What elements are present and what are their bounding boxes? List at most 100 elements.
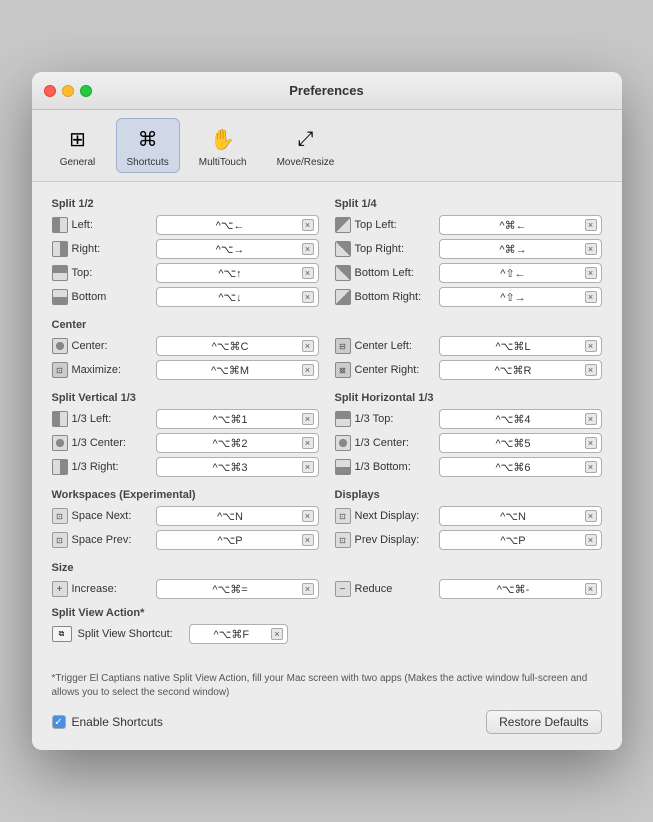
bottomleft-shortcut: ^⇧← — [444, 267, 583, 280]
nextdisplay-row: ⊡ Next Display: ^⌥N × — [335, 506, 602, 526]
maximize-field[interactable]: ^⌥⌘M × — [156, 360, 319, 380]
increase-clear[interactable]: × — [302, 583, 314, 595]
splitv-2-row: 1/3 Center: ^⌥⌘2 × — [52, 433, 319, 453]
centerleft-label: Center Left: — [355, 340, 435, 352]
preferences-window: Preferences ⊞ General ⌘ Shortcuts ✋ Mult… — [32, 72, 622, 750]
center-icon — [52, 338, 68, 354]
spacenext-field[interactable]: ^⌥N × — [156, 506, 319, 526]
bottomright-field[interactable]: ^⇧→ × — [439, 287, 602, 307]
topright-clear[interactable]: × — [585, 243, 597, 255]
nextdisplay-clear[interactable]: × — [585, 510, 597, 522]
center-field[interactable]: ^⌥⌘C × — [156, 336, 319, 356]
centerleft-field[interactable]: ^⌥⌘L × — [439, 336, 602, 356]
close-button[interactable] — [44, 85, 56, 97]
left-icon — [52, 217, 68, 233]
splith1-label: 1/3 Top: — [355, 413, 435, 425]
center-header: Center — [52, 319, 319, 331]
splitv3-clear[interactable]: × — [302, 461, 314, 473]
left-clear[interactable]: × — [302, 219, 314, 231]
spacenext-clear[interactable]: × — [302, 510, 314, 522]
topright-field[interactable]: ^⌘→ × — [439, 239, 602, 259]
splith2-field[interactable]: ^⌥⌘5 × — [439, 433, 602, 453]
centerright-field[interactable]: ^⌥⌘R × — [439, 360, 602, 380]
splith3-clear[interactable]: × — [585, 461, 597, 473]
reduce-shortcut: ^⌥⌘- — [444, 583, 583, 596]
bottomright-clear[interactable]: × — [585, 291, 597, 303]
maximize-label: Maximize: — [72, 364, 152, 376]
enable-shortcuts-checkbox[interactable]: ✓ — [52, 715, 66, 729]
spaceprev-label: Space Prev: — [72, 534, 152, 546]
toolbar-moveresize[interactable]: ⤢ Move/Resize — [266, 118, 346, 173]
top-icon — [52, 265, 68, 281]
toolbar-multitouch[interactable]: ✋ MultiTouch — [188, 118, 258, 173]
bottom-field[interactable]: ^⌥↓ × — [156, 287, 319, 307]
splitv1-icon — [52, 411, 68, 427]
center-left-col: Center Center: ^⌥⌘C × ⊡ Maximize: ^⌥⌘M × — [52, 319, 319, 384]
enable-shortcuts-row[interactable]: ✓ Enable Shortcuts — [52, 715, 163, 729]
splitview-clear[interactable]: × — [271, 628, 283, 640]
maximize-clear[interactable]: × — [302, 364, 314, 376]
topleft-shortcut: ^⌘← — [444, 219, 583, 232]
splith2-clear[interactable]: × — [585, 437, 597, 449]
splitview-field[interactable]: ^⌥⌘F × — [189, 624, 289, 644]
spaceprev-field[interactable]: ^⌥P × — [156, 530, 319, 550]
size-increase-row: + Increase: ^⌥⌘= × — [52, 579, 319, 599]
split14-bottomleft-row: Bottom Left: ^⇧← × — [335, 263, 602, 283]
splitview-label: Split View Shortcut: — [78, 628, 183, 640]
splitv3-field[interactable]: ^⌥⌘3 × — [156, 457, 319, 477]
center-label: Center: — [72, 340, 152, 352]
spacenext-icon: ⊡ — [52, 508, 68, 524]
topleft-icon — [335, 217, 351, 233]
right-shortcut: ^⌥→ — [161, 243, 300, 256]
prevdisplay-row: ⊡ Prev Display: ^⌥P × — [335, 530, 602, 550]
right-field[interactable]: ^⌥→ × — [156, 239, 319, 259]
toolbar-shortcuts[interactable]: ⌘ Shortcuts — [116, 118, 180, 173]
topleft-clear[interactable]: × — [585, 219, 597, 231]
titlebar: Preferences — [32, 72, 622, 110]
splith1-field[interactable]: ^⌥⌘4 × — [439, 409, 602, 429]
splitv-col: Split Vertical 1/3 1/3 Left: ^⌥⌘1 × 1/3 … — [52, 392, 319, 481]
splitv1-clear[interactable]: × — [302, 413, 314, 425]
spaceprev-shortcut: ^⌥P — [161, 534, 300, 547]
centerleft-clear[interactable]: × — [585, 340, 597, 352]
maximize-button[interactable] — [80, 85, 92, 97]
top-clear[interactable]: × — [302, 267, 314, 279]
topright-icon — [335, 241, 351, 257]
splitv2-field[interactable]: ^⌥⌘2 × — [156, 433, 319, 453]
toolbar-general[interactable]: ⊞ General — [48, 118, 108, 173]
splitv1-field[interactable]: ^⌥⌘1 × — [156, 409, 319, 429]
splith1-clear[interactable]: × — [585, 413, 597, 425]
splitv-header: Split Vertical 1/3 — [52, 392, 319, 404]
topleft-field[interactable]: ^⌘← × — [439, 215, 602, 235]
prevdisplay-field[interactable]: ^⌥P × — [439, 530, 602, 550]
increase-field[interactable]: ^⌥⌘= × — [156, 579, 319, 599]
increase-icon: + — [52, 581, 68, 597]
space-prev-row: ⊡ Space Prev: ^⌥P × — [52, 530, 319, 550]
splith3-shortcut: ^⌥⌘6 — [444, 461, 583, 474]
splith2-label: 1/3 Center: — [355, 437, 435, 449]
topright-shortcut: ^⌘→ — [444, 243, 583, 256]
displays-header: Displays — [335, 489, 602, 501]
bottom-clear[interactable]: × — [302, 291, 314, 303]
restore-defaults-button[interactable]: Restore Defaults — [486, 710, 601, 734]
split-12-col: Split 1/2 Left: ^⌥← × Right: ^⌥→ — [52, 198, 319, 311]
nextdisplay-field[interactable]: ^⌥N × — [439, 506, 602, 526]
spaceprev-clear[interactable]: × — [302, 534, 314, 546]
centerleft-icon: ⊟ — [335, 338, 351, 354]
left-field[interactable]: ^⌥← × — [156, 215, 319, 235]
footer: *Trigger El Captians native Split View A… — [32, 664, 622, 750]
splith-2-row: 1/3 Center: ^⌥⌘5 × — [335, 433, 602, 453]
centerright-clear[interactable]: × — [585, 364, 597, 376]
prevdisplay-clear[interactable]: × — [585, 534, 597, 546]
splith3-field[interactable]: ^⌥⌘6 × — [439, 457, 602, 477]
splitv2-clear[interactable]: × — [302, 437, 314, 449]
bottomleft-field[interactable]: ^⇧← × — [439, 263, 602, 283]
center-clear[interactable]: × — [302, 340, 314, 352]
left-label: Left: — [72, 219, 152, 231]
minimize-button[interactable] — [62, 85, 74, 97]
reduce-field[interactable]: ^⌥⌘- × — [439, 579, 602, 599]
top-field[interactable]: ^⌥↑ × — [156, 263, 319, 283]
reduce-clear[interactable]: × — [585, 583, 597, 595]
bottomleft-clear[interactable]: × — [585, 267, 597, 279]
right-clear[interactable]: × — [302, 243, 314, 255]
